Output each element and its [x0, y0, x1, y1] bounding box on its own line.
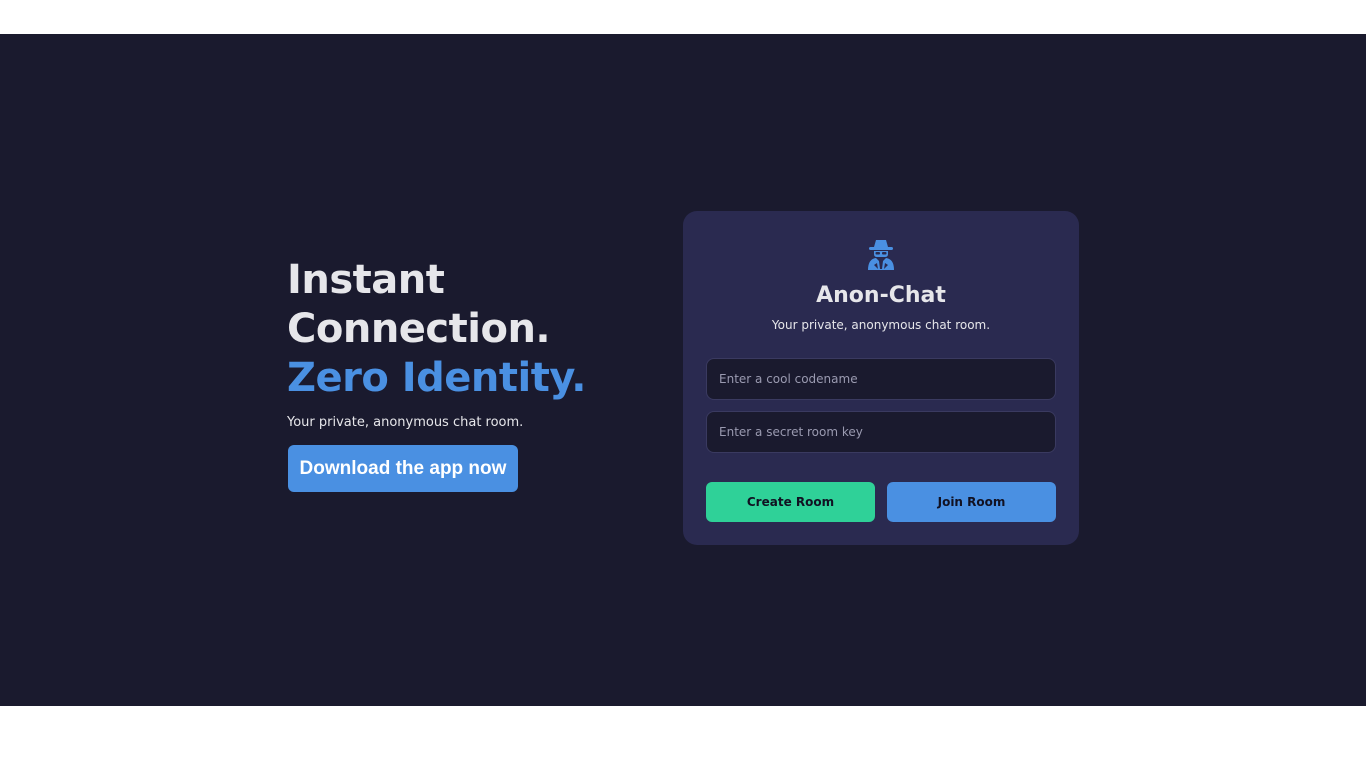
- app-background: Instant Connection. Zero Identity. Your …: [0, 34, 1366, 706]
- hero-title: Instant Connection. Zero Identity.: [287, 256, 617, 403]
- codename-input[interactable]: [706, 358, 1056, 400]
- join-room-button[interactable]: Join Room: [887, 482, 1056, 522]
- download-app-button[interactable]: Download the app now: [288, 445, 518, 492]
- user-secret-icon: [868, 240, 894, 270]
- hero-title-accent: Zero Identity.: [287, 355, 586, 401]
- chat-card: Anon-Chat Your private, anonymous chat r…: [683, 211, 1079, 545]
- hero-title-line1: Instant: [287, 257, 445, 303]
- hero-section: Instant Connection. Zero Identity. Your …: [287, 256, 617, 492]
- card-title: Anon-Chat: [816, 283, 946, 308]
- hero-subtitle: Your private, anonymous chat room.: [287, 415, 524, 430]
- room-key-input[interactable]: [706, 411, 1056, 453]
- hero-title-line2: Connection.: [287, 306, 551, 352]
- card-subtitle: Your private, anonymous chat room.: [771, 318, 991, 332]
- create-room-button[interactable]: Create Room: [706, 482, 875, 522]
